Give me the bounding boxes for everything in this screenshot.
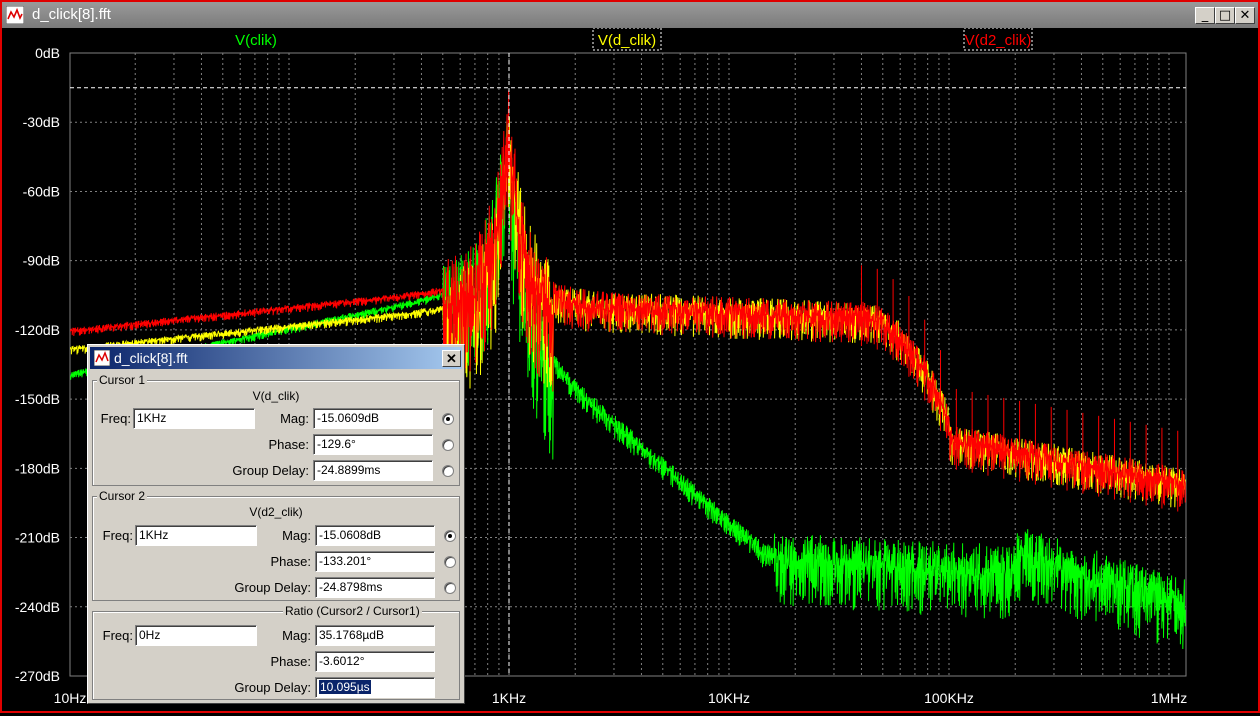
ratio-freq-label: Freq: <box>102 628 133 643</box>
waveform-icon <box>6 6 24 24</box>
cursor2-group: Cursor 2 V(d2_clik) Freq: 1KHz Mag: -15.… <box>92 489 460 601</box>
ratio-freq-field[interactable]: 0Hz <box>135 625 257 646</box>
cursor1-group: Cursor 1 V(d_clik) Freq: 1KHz Mag: -15.0… <box>92 373 460 486</box>
x-tick-label: 10Hz <box>54 690 87 706</box>
cursor2-freq-label: Freq: <box>102 528 133 543</box>
cursor1-freq-label: Freq: <box>100 411 131 426</box>
cursor2-gd-label: Group Delay: <box>234 580 311 595</box>
cursor1-mag-radio[interactable] <box>442 413 454 425</box>
y-tick-label: -120dB <box>15 322 60 338</box>
cursor2-phase-field[interactable]: -133.201° <box>315 551 435 572</box>
y-axis: 0dB -30dB -60dB -90dB -120dB -150dB -180dB -210… <box>15 45 60 684</box>
dialog-title: d_click[8].fft <box>114 350 188 366</box>
y-tick-label: -30dB <box>23 114 60 130</box>
x-tick-label: 10KHz <box>708 690 750 706</box>
y-tick-label: -270dB <box>15 668 60 684</box>
ratio-mag-label: Mag: <box>282 628 311 643</box>
ratio-group: Ratio (Cursor2 / Cursor1) Freq: 0Hz Mag:… <box>92 604 460 700</box>
ratio-phase-field[interactable]: -3.6012° <box>315 651 435 672</box>
ratio-gd-label: Group Delay: <box>234 680 311 695</box>
ratio-gd-value: 10.095µs <box>319 680 371 694</box>
window-title: d_click[8].fft <box>32 6 111 23</box>
x-tick-label: 1MHz <box>1151 690 1188 706</box>
cursor1-mag-label: Mag: <box>280 411 309 426</box>
cursor2-phase-label: Phase: <box>270 554 311 569</box>
cursor1-phase-radio[interactable] <box>442 439 454 451</box>
ratio-label: Ratio (Cursor2 / Cursor1) <box>283 604 422 618</box>
cursor2-mag-field[interactable]: -15.0608dB <box>315 525 435 546</box>
cursor2-signal: V(d2_clik) <box>249 505 303 519</box>
cursor1-freq-field[interactable]: 1KHz <box>133 408 255 429</box>
cursor2-mag-label: Mag: <box>282 528 311 543</box>
minimize-button[interactable]: _ <box>1195 7 1215 24</box>
y-tick-label: -60dB <box>23 183 60 199</box>
title-bar[interactable]: d_click[8].fft _ □ ✕ <box>2 2 1258 28</box>
ratio-gd-field[interactable]: 10.095µs <box>315 677 435 698</box>
dialog-close-button[interactable]: ✕ <box>442 350 461 367</box>
y-tick-label: -180dB <box>15 460 60 476</box>
x-tick-label: 100KHz <box>924 690 974 706</box>
cursor1-phase-field[interactable]: -129.6° <box>313 434 433 455</box>
y-tick-label: 0dB <box>35 45 60 61</box>
dialog-title-bar[interactable]: d_click[8].fft ✕ <box>90 347 462 369</box>
cursor2-phase-radio[interactable] <box>444 556 456 568</box>
cursor2-label: Cursor 2 <box>97 489 148 503</box>
y-tick-label: -240dB <box>15 599 60 615</box>
maximize-button[interactable]: □ <box>1215 7 1235 24</box>
cursor1-gd-label: Group Delay: <box>232 463 309 478</box>
y-tick-label: -150dB <box>15 391 60 407</box>
cursor1-signal: V(d_clik) <box>252 389 300 403</box>
legend-label-2[interactable]: V(d2_clik) <box>965 32 1032 49</box>
y-tick-label: -90dB <box>23 253 60 269</box>
y-tick-label: -210dB <box>15 530 60 546</box>
trace-legend[interactable]: V(clik) V(d_clik) V(d2_clik) <box>235 27 1033 51</box>
cursor-dialog[interactable]: d_click[8].fft ✕ Cursor 1 V(d_clik) Freq… <box>87 344 465 704</box>
cursor2-freq-field[interactable]: 1KHz <box>135 525 257 546</box>
cursor2-gd-radio[interactable] <box>444 582 456 594</box>
ratio-phase-label: Phase: <box>270 654 311 669</box>
cursor2-gd-field[interactable]: -24.8798ms <box>315 577 435 598</box>
x-tick-label: 1KHz <box>492 690 526 706</box>
ratio-mag-field[interactable]: 35.1768µdB <box>315 625 435 646</box>
cursor1-mag-field[interactable]: -15.0609dB <box>313 408 433 429</box>
cursor1-gd-field[interactable]: -24.8899ms <box>313 460 433 481</box>
close-button[interactable]: ✕ <box>1235 7 1255 24</box>
legend-label-1[interactable]: V(d_clik) <box>598 32 656 49</box>
cursor1-phase-label: Phase: <box>268 437 309 452</box>
waveform-icon <box>94 350 110 366</box>
cursor2-mag-radio[interactable] <box>444 530 456 542</box>
cursor1-gd-radio[interactable] <box>442 465 454 477</box>
cursor1-label: Cursor 1 <box>97 373 148 387</box>
legend-label-0[interactable]: V(clik) <box>235 32 277 49</box>
